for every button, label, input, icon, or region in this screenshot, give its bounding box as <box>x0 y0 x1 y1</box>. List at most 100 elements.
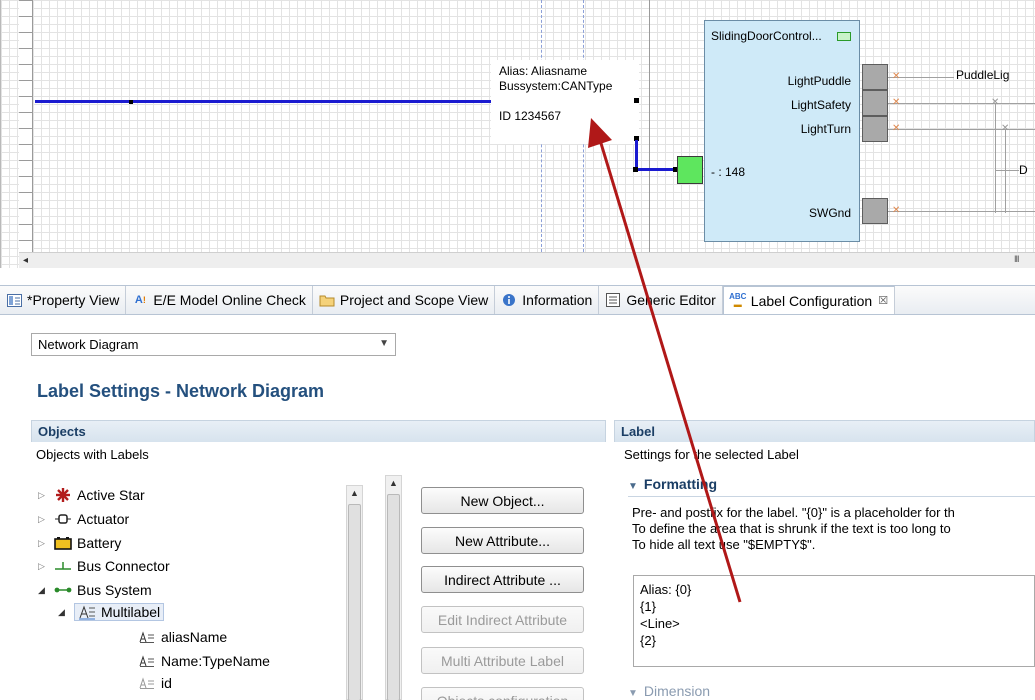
tab-label-configuration[interactable]: ABC ▬ Label Configuration ☒ <box>722 286 896 314</box>
collapse-icon[interactable]: ◢ <box>38 585 50 596</box>
multi-attribute-label-button[interactable]: Multi Attribute Label <box>421 647 584 674</box>
tree-item-actuator[interactable]: ▷ Actuator <box>38 508 129 530</box>
tree-item-bus-connector[interactable]: ▷ Bus Connector <box>38 555 170 577</box>
tree-item-label: Multilabel <box>101 604 161 620</box>
tree-item-label: Name:TypeName <box>161 653 270 669</box>
signal-x-icon: ✕ <box>991 97 1000 108</box>
tab-generic-editor[interactable]: Generic Editor <box>599 286 723 314</box>
guide-line <box>649 0 650 252</box>
bus-multilabel[interactable]: Alias: Aliasname Bussystem:CANType ID 12… <box>491 60 639 144</box>
pin-label: LightSafety <box>790 98 851 112</box>
format-line: {1} <box>640 599 656 614</box>
tree-item-battery[interactable]: ▷ Battery <box>38 532 121 554</box>
expand-icon[interactable]: ▷ <box>38 514 50 525</box>
collapse-icon[interactable]: ◢ <box>58 607 70 618</box>
attribute-icon <box>138 629 156 645</box>
ecu-title: SlidingDoorControl... <box>711 29 822 43</box>
objects-tree[interactable]: ▷ Active Star ▷ Actuator ▷ Battery ▷ Bus… <box>38 480 348 700</box>
tab-label: Label Configuration <box>750 292 873 309</box>
diagram-type-select[interactable]: Network Diagram ▼ <box>31 333 396 356</box>
tree-item-active-star[interactable]: ▷ Active Star <box>38 484 145 506</box>
signal-x-icon: ✕ <box>892 123 901 134</box>
pin-port[interactable] <box>862 198 888 224</box>
tree-item-label: id <box>161 675 172 691</box>
bus-node <box>129 100 133 104</box>
scroll-up-arrow-icon[interactable]: ▲ <box>350 488 359 498</box>
bus-system-icon <box>54 582 72 598</box>
pin-label: LightPuddle <box>787 74 851 88</box>
dimension-title: Dimension <box>643 683 711 699</box>
attribute-scrollbar[interactable]: ▲ <box>385 475 402 700</box>
active-star-icon <box>54 487 72 503</box>
signal-label: PuddleLig <box>956 68 1010 82</box>
multilabel-icon <box>78 604 96 620</box>
network-diagram-canvas[interactable]: Alias: Aliasname Bussystem:CANType ID 12… <box>0 0 1035 268</box>
connector-handle[interactable] <box>633 167 638 172</box>
formatting-title: Formatting <box>643 476 718 492</box>
tree-item-name-typename[interactable]: Name:TypeName <box>138 650 270 672</box>
chevron-down-icon[interactable]: ▼ <box>379 338 389 349</box>
dimension-section-toggle[interactable]: ▼ Dimension <box>628 683 710 699</box>
tree-item-label: Battery <box>77 535 122 551</box>
close-icon[interactable]: ☒ <box>878 294 888 307</box>
signal-line <box>995 103 996 213</box>
signal-label: D <box>1019 163 1028 177</box>
edit-indirect-attribute-button[interactable]: Edit Indirect Attribute <box>421 606 584 633</box>
tree-item-multilabel[interactable]: ◢ Multilabel <box>58 601 165 623</box>
horizontal-scrollbar[interactable]: ◂ III <box>19 252 1035 268</box>
tab-information[interactable]: Information <box>495 286 600 314</box>
signal-x-icon: ✕ <box>892 71 901 82</box>
tab-label: Project and Scope View <box>339 292 489 308</box>
info-icon <box>501 292 517 308</box>
expand-icon[interactable]: ▷ <box>38 561 50 572</box>
ecu-sliding-door-control[interactable]: SlidingDoorControl... LightPuddle LightS… <box>704 20 860 242</box>
signal-line <box>995 170 1019 171</box>
pin-port[interactable] <box>862 116 888 142</box>
scroll-thumb[interactable] <box>387 494 400 700</box>
model-check-icon: A! <box>134 294 146 306</box>
pin-port[interactable] <box>862 64 888 90</box>
scroll-thumb[interactable] <box>348 504 361 700</box>
format-line: <Line> <box>640 616 680 631</box>
page-title: Label Settings - Network Diagram <box>37 381 325 401</box>
label-line-id: ID 1234567 <box>499 109 562 123</box>
label-line-alias: Alias: Aliasname <box>499 64 588 78</box>
scroll-left-arrow-icon[interactable]: ◂ <box>23 255 28 266</box>
objects-configuration-button[interactable]: Objects configuration <box>421 687 584 700</box>
label-format-textarea[interactable]: Alias: {0} {1} <Line> {2} <box>633 575 1035 667</box>
expand-icon[interactable]: ▷ <box>38 490 50 501</box>
signal-line <box>888 103 1035 104</box>
chevron-down-icon: ▼ <box>628 481 638 492</box>
signal-x-icon: ✕ <box>892 205 901 216</box>
signal-x-icon: ✕ <box>1001 123 1010 134</box>
scroll-grip-icon[interactable]: III <box>1014 254 1019 264</box>
tab-property-view[interactable]: *Property View <box>0 286 127 314</box>
attribute-icon <box>138 653 156 669</box>
pin-port[interactable] <box>862 90 888 116</box>
bus-port[interactable] <box>677 156 703 184</box>
format-line: {2} <box>640 633 656 648</box>
tab-model-online-check[interactable]: A! E/E Model Online Check <box>126 286 313 314</box>
signal-line <box>888 211 1035 212</box>
signal-line <box>888 129 1035 130</box>
tree-item-bus-system[interactable]: ◢ Bus System <box>38 579 152 601</box>
tab-project-scope-view[interactable]: Project and Scope View <box>313 286 496 314</box>
tree-item-aliasname[interactable]: aliasName <box>138 626 227 648</box>
label-panel-header: Label <box>614 420 1035 442</box>
pin-label: LightTurn <box>800 122 851 136</box>
tree-item-label: Bus Connector <box>77 558 170 574</box>
expand-icon[interactable]: ▷ <box>38 538 50 549</box>
selection-handle[interactable] <box>634 98 639 103</box>
indirect-attribute-button[interactable]: Indirect Attribute ... <box>421 566 584 593</box>
formatting-description: To hide all text use "$EMPTY$". <box>632 537 816 552</box>
connector-line <box>635 140 638 170</box>
formatting-section-toggle[interactable]: ▼ Formatting <box>628 476 717 492</box>
new-object-button[interactable]: New Object... <box>421 487 584 514</box>
tree-scrollbar[interactable]: ▲ <box>346 485 363 700</box>
tree-item-id[interactable]: id <box>138 672 172 694</box>
scroll-up-arrow-icon[interactable]: ▲ <box>389 478 398 488</box>
tab-label: E/E Model Online Check <box>153 292 306 308</box>
new-attribute-button[interactable]: New Attribute... <box>421 527 584 554</box>
objects-panel-subtitle: Objects with Labels <box>36 447 149 462</box>
battery-icon <box>54 535 72 551</box>
